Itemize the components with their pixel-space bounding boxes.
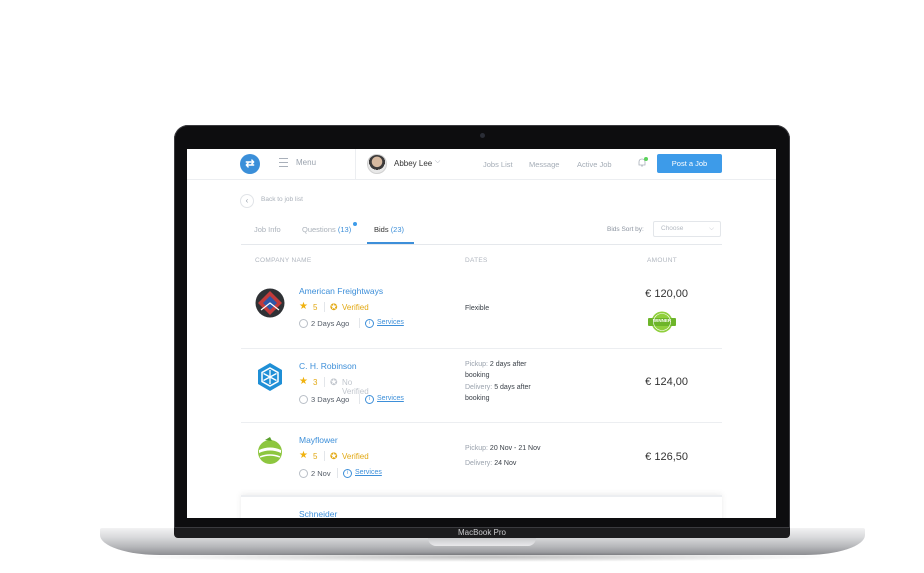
nav-active-job[interactable]: Active Job xyxy=(577,160,612,169)
clock-icon xyxy=(299,469,308,478)
star-icon: ★ xyxy=(299,376,308,387)
pickup-date: Pickup: 2 days after booking xyxy=(465,361,527,379)
delivery-date: Delivery: 5 days after booking xyxy=(465,384,531,402)
divider xyxy=(324,377,325,387)
rating-value: 5 xyxy=(313,303,318,312)
column-header-company: COMPANY NAME xyxy=(255,257,312,264)
post-a-job-button[interactable]: Post a Job xyxy=(657,154,722,173)
laptop-notch xyxy=(428,538,536,546)
company-name[interactable]: C. H. Robinson xyxy=(299,361,357,371)
bid-amount: € 120,00 xyxy=(645,288,688,300)
verified-badge-icon: ✪ xyxy=(330,451,338,461)
laptop-shadow xyxy=(130,552,835,562)
info-icon[interactable]: i xyxy=(365,319,374,328)
divider xyxy=(337,468,338,478)
app-screen: ⇄ Menu Abbey Lee ⌵ Jobs List Message Act… xyxy=(187,149,776,518)
clock-icon xyxy=(299,319,308,328)
american-freightways-logo-icon xyxy=(255,288,285,318)
divider xyxy=(359,318,360,328)
dates-flexible: Flexible xyxy=(465,305,490,312)
bid-amount: € 126,50 xyxy=(645,451,688,463)
hamburger-icon[interactable] xyxy=(279,158,288,167)
verified-badge-icon: ✪ xyxy=(330,302,338,312)
clock-icon xyxy=(299,395,308,404)
winner-badge: WINNER xyxy=(647,311,677,333)
bid-dates: Pickup: 2 days after booking Delivery: 5… xyxy=(465,360,547,404)
sort-select-value: Choose xyxy=(661,225,684,232)
info-icon[interactable]: i xyxy=(365,395,374,404)
unread-dot xyxy=(353,222,357,226)
divider xyxy=(324,302,325,312)
bid-row[interactable]: C. H. Robinson ★ 3 ✪ No Verified 3 Days … xyxy=(241,349,722,423)
star-icon: ★ xyxy=(299,450,308,461)
bid-time: 2 Nov xyxy=(311,469,331,478)
bid-row[interactable]: Schneider xyxy=(241,495,722,518)
bid-dates: Pickup: 20 Nov - 21 Nov Delivery: 24 Nov xyxy=(465,444,541,469)
not-verified-badge-icon: ✪ xyxy=(330,377,338,387)
verification-status: No Verified xyxy=(342,378,369,396)
tab-questions[interactable]: Questions (13) xyxy=(302,225,351,234)
bid-dates: Flexible xyxy=(465,304,489,315)
camera-icon xyxy=(480,133,485,138)
column-header-amount: AMOUNT xyxy=(647,257,677,264)
divider xyxy=(359,394,360,404)
company-name[interactable]: Schneider xyxy=(299,509,337,518)
nav-message[interactable]: Message xyxy=(529,160,559,169)
winner-label: WINNER xyxy=(652,318,672,323)
sort-select[interactable]: Choose ⌵ xyxy=(653,221,721,237)
delivery-date: Delivery: 24 Nov xyxy=(465,459,517,467)
bid-time: 3 Days Ago xyxy=(311,395,350,404)
verification-status: Verified xyxy=(342,452,369,461)
divider xyxy=(355,149,356,179)
tab-job-info[interactable]: Job Info xyxy=(254,225,281,234)
info-icon[interactable]: i xyxy=(343,469,352,478)
avatar[interactable] xyxy=(367,154,387,174)
pickup-date: Pickup: 20 Nov - 21 Nov xyxy=(465,445,541,452)
divider xyxy=(324,451,325,461)
star-icon: ★ xyxy=(299,301,308,312)
menu-label[interactable]: Menu xyxy=(296,158,316,167)
app-logo-icon[interactable]: ⇄ xyxy=(240,154,260,174)
chevron-down-icon[interactable]: ⌵ xyxy=(435,158,440,166)
back-arrow-icon[interactable]: ‹ xyxy=(240,194,254,208)
bid-time: 2 Days Ago xyxy=(311,319,350,328)
chevron-down-icon: ⌵ xyxy=(709,225,714,232)
rating-value: 5 xyxy=(313,452,318,461)
bid-row[interactable]: American Freightways ★ 5 ✪ Verified 2 Da… xyxy=(241,275,722,349)
company-name[interactable]: Mayflower xyxy=(299,435,338,445)
rating-value: 3 xyxy=(313,378,318,387)
sort-label: Bids Sort by: xyxy=(607,226,644,233)
tab-bids[interactable]: Bids (23) xyxy=(374,225,404,234)
top-nav: ⇄ Menu Abbey Lee ⌵ Jobs List Message Act… xyxy=(187,149,776,180)
divider xyxy=(241,244,722,245)
bid-row[interactable]: Mayflower ★ 5 ✪ Verified 2 Nov i Service… xyxy=(241,423,722,497)
column-header-dates: DATES xyxy=(465,257,488,264)
bid-amount: € 124,00 xyxy=(645,376,688,388)
services-link[interactable]: Services xyxy=(355,469,382,476)
services-link[interactable]: Services xyxy=(377,319,404,326)
notification-dot xyxy=(644,157,648,161)
mayflower-logo-icon xyxy=(258,437,282,464)
user-name[interactable]: Abbey Lee xyxy=(394,159,432,168)
device-label: MacBook Pro xyxy=(457,528,507,537)
ch-robinson-logo-icon xyxy=(258,363,282,391)
company-name[interactable]: American Freightways xyxy=(299,286,383,296)
services-link[interactable]: Services xyxy=(377,395,404,402)
verification-status: Verified xyxy=(342,303,369,312)
nav-jobs-list[interactable]: Jobs List xyxy=(483,160,513,169)
back-to-job-list-link[interactable]: Back to job list xyxy=(261,196,303,203)
